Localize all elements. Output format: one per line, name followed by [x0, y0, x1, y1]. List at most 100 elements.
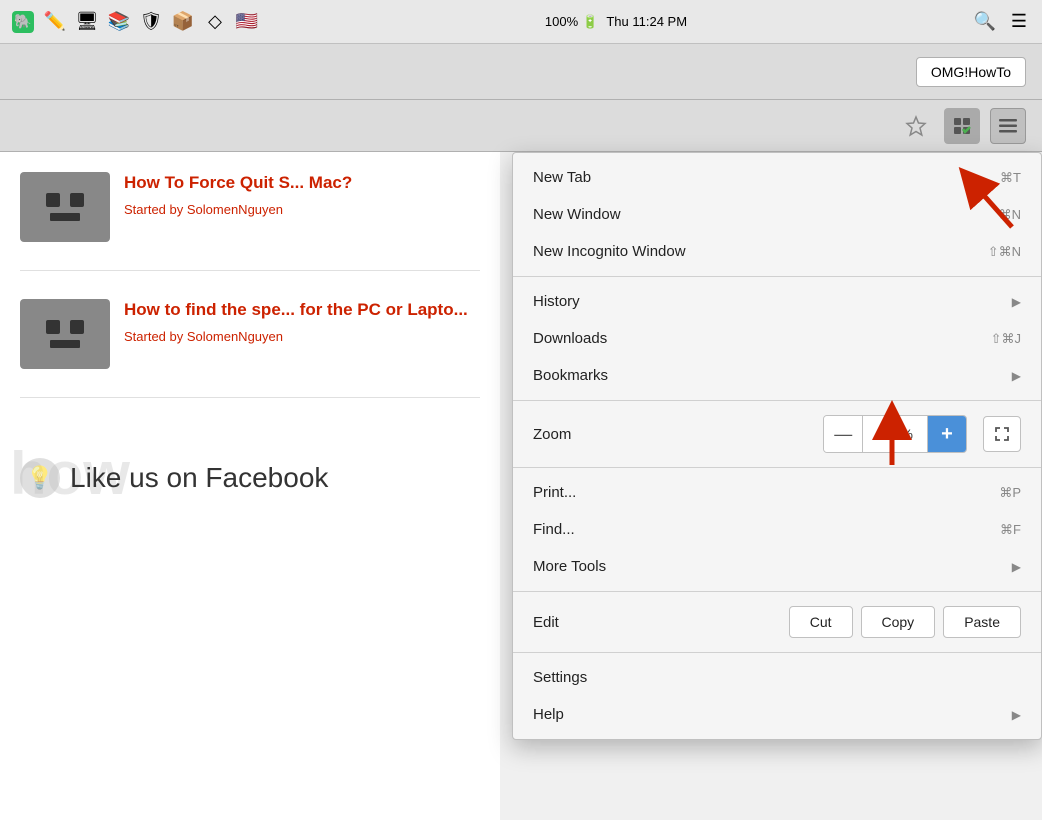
- bookmark-icon[interactable]: [898, 108, 934, 144]
- new-window-shortcut: ⌘N: [999, 207, 1021, 223]
- menu-item-history[interactable]: History ▶: [513, 283, 1041, 320]
- thumb-eye-left-2: [46, 320, 60, 334]
- print-label: Print...: [533, 484, 576, 501]
- menu-section-settings: Settings Help ▶: [513, 653, 1041, 739]
- downloads-label: Downloads: [533, 330, 607, 347]
- copy-button[interactable]: Copy: [861, 606, 936, 638]
- omg-howto-button[interactable]: OMG!HowTo: [916, 57, 1026, 87]
- battery-indicator: 100% 🔋: [545, 14, 598, 30]
- new-tab-label: New Tab: [533, 169, 591, 186]
- thumb-mouth-2: [50, 340, 80, 348]
- zoom-plus-button[interactable]: +: [928, 416, 966, 452]
- menu-section-tools: Print... ⌘P Find... ⌘F More Tools ▶: [513, 468, 1041, 592]
- battery-percent: 100%: [545, 14, 578, 29]
- menubar-center: 100% 🔋 Thu 11:24 PM: [545, 14, 687, 30]
- incognito-label: New Incognito Window: [533, 243, 686, 260]
- menu-item-settings[interactable]: Settings: [513, 659, 1041, 696]
- article-title-2[interactable]: How to find the spe... for the PC or Lap…: [124, 299, 468, 321]
- footer-text: Like us on Facebook: [70, 462, 328, 494]
- bookmarks-arrow: ▶: [1012, 369, 1021, 383]
- history-arrow: ▶: [1012, 295, 1021, 309]
- list-icon[interactable]: ☰: [1008, 11, 1030, 33]
- zoom-row: Zoom — 100% +: [513, 407, 1041, 461]
- menu-bar: 🐘 ✏️ 🖥 📚 🛡 📦 ◇ 🇺🇸 100% 🔋 Thu 11:24 PM 🔍 …: [0, 0, 1042, 44]
- more-tools-label: More Tools: [533, 558, 606, 575]
- bookmarks-label: Bookmarks: [533, 367, 608, 384]
- downloads-shortcut: ⇧⌘J: [991, 331, 1021, 347]
- zoom-label: Zoom: [533, 426, 593, 443]
- thumb-eyes: [46, 193, 84, 207]
- browser-toolbar: [0, 100, 1042, 152]
- thumb-eye-left: [46, 193, 60, 207]
- menu-item-new-tab[interactable]: New Tab ⌘T: [513, 159, 1041, 196]
- battery-icon: 🔋: [582, 14, 598, 30]
- zoom-minus-button[interactable]: —: [824, 416, 862, 452]
- page-content: How To Force Quit S... Mac? Started by S…: [0, 152, 500, 820]
- print-shortcut: ⌘P: [999, 485, 1021, 501]
- pencil-icon[interactable]: ✏️: [44, 11, 66, 33]
- search-icon[interactable]: 🔍: [974, 11, 996, 33]
- menu-item-downloads[interactable]: Downloads ⇧⌘J: [513, 320, 1041, 357]
- extensions-icon[interactable]: [944, 108, 980, 144]
- menu-section-edit: Edit Cut Copy Paste: [513, 592, 1041, 653]
- zoom-controls-wrapper: — 100% +: [823, 415, 1021, 453]
- find-label: Find...: [533, 521, 575, 538]
- time-display: Thu 11:24 PM: [606, 14, 687, 29]
- cut-button[interactable]: Cut: [789, 606, 853, 638]
- thumb-face-2: [46, 320, 84, 348]
- help-arrow: ▶: [1012, 708, 1021, 722]
- article-title-1[interactable]: How To Force Quit S... Mac?: [124, 172, 352, 194]
- thumb-eye-right-2: [70, 320, 84, 334]
- article-item-2: How to find the spe... for the PC or Lap…: [20, 299, 480, 398]
- menu-section-nav: History ▶ Downloads ⇧⌘J Bookmarks ▶: [513, 277, 1041, 401]
- thumb-mouth: [50, 213, 80, 221]
- more-tools-arrow: ▶: [1012, 560, 1021, 574]
- edit-label: Edit: [533, 614, 593, 631]
- menubar-left: 🐘 ✏️ 🖥 📚 🛡 📦 ◇ 🇺🇸: [12, 11, 258, 33]
- thumb-eyes-2: [46, 320, 84, 334]
- thumb-eye-right: [70, 193, 84, 207]
- menu-item-help[interactable]: Help ▶: [513, 696, 1041, 733]
- evernote-icon[interactable]: 🐘: [12, 11, 34, 33]
- menu-item-incognito[interactable]: New Incognito Window ⇧⌘N: [513, 233, 1041, 270]
- menu-item-more-tools[interactable]: More Tools ▶: [513, 548, 1041, 585]
- edit-row: Edit Cut Copy Paste: [513, 598, 1041, 646]
- article-author-1: Started by SolomenNguyen: [124, 202, 352, 217]
- new-tab-shortcut: ⌘T: [1000, 170, 1021, 186]
- monitor-icon[interactable]: 🖥: [76, 11, 98, 33]
- article-text-1: How To Force Quit S... Mac? Started by S…: [124, 172, 352, 242]
- diamond-icon[interactable]: ◇: [204, 11, 226, 33]
- menu-item-new-window[interactable]: New Window ⌘N: [513, 196, 1041, 233]
- fullscreen-button[interactable]: [983, 416, 1021, 452]
- dropbox-icon[interactable]: 📦: [172, 11, 194, 33]
- menu-section-zoom: Zoom — 100% +: [513, 401, 1041, 468]
- edit-buttons: Cut Copy Paste: [789, 606, 1021, 638]
- thumb-face-1: [46, 193, 84, 221]
- zoom-controls: — 100% +: [823, 415, 967, 453]
- menu-item-print[interactable]: Print... ⌘P: [513, 474, 1041, 511]
- book-icon[interactable]: 📚: [108, 11, 130, 33]
- history-label: History: [533, 293, 580, 310]
- menu-item-bookmarks[interactable]: Bookmarks ▶: [513, 357, 1041, 394]
- zoom-value-display: 100%: [862, 416, 928, 452]
- menu-item-find[interactable]: Find... ⌘F: [513, 511, 1041, 548]
- find-shortcut: ⌘F: [1000, 522, 1021, 538]
- avast-icon[interactable]: 🛡: [140, 11, 162, 33]
- flag-icon[interactable]: 🇺🇸: [236, 11, 258, 33]
- article-author-2: Started by SolomenNguyen: [124, 329, 468, 344]
- browser-chrome: OMG!HowTo: [0, 44, 1042, 100]
- footer-like: 💡 Like us on Facebook: [20, 458, 480, 498]
- article-item-1: How To Force Quit S... Mac? Started by S…: [20, 172, 480, 271]
- chrome-menu-button[interactable]: [990, 108, 1026, 144]
- footer-area: how 💡 Like us on Facebook: [20, 458, 480, 498]
- lightbulb-icon: 💡: [20, 458, 60, 498]
- menu-section-new: New Tab ⌘T New Window ⌘N New Incognito W…: [513, 153, 1041, 277]
- article-thumbnail-1: [20, 172, 110, 242]
- article-text-2: How to find the spe... for the PC or Lap…: [124, 299, 468, 369]
- menubar-right: 🔍 ☰: [974, 11, 1030, 33]
- paste-button[interactable]: Paste: [943, 606, 1021, 638]
- dropdown-menu: New Tab ⌘T New Window ⌘N New Incognito W…: [512, 152, 1042, 740]
- incognito-shortcut: ⇧⌘N: [988, 244, 1021, 260]
- new-window-label: New Window: [533, 206, 621, 223]
- settings-label: Settings: [533, 669, 587, 686]
